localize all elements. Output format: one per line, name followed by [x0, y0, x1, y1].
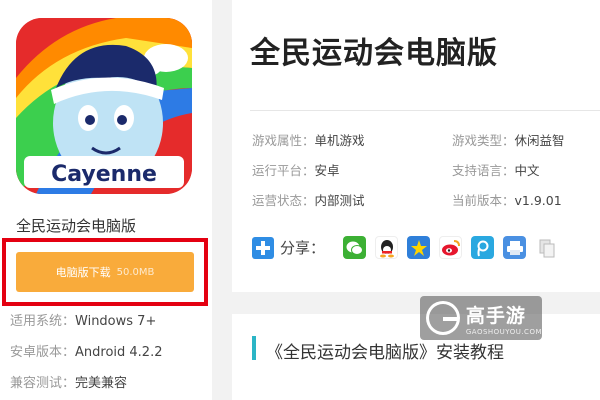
info-key: 游戏类型： — [452, 133, 515, 148]
info-value: 中文 — [514, 163, 540, 178]
info-value: v1.9.01 — [514, 193, 562, 208]
copy-icon[interactable] — [535, 236, 559, 259]
info-language: 支持语言：中文 — [452, 160, 540, 179]
app-icon-artwork: Cayenne — [16, 18, 192, 194]
info-key: 支持语言： — [452, 163, 515, 178]
info-value: 单机游戏 — [314, 133, 365, 148]
info-key: 运营状态： — [252, 193, 315, 208]
info-attribute: 游戏属性：单机游戏 — [252, 130, 365, 149]
divider — [250, 110, 600, 111]
download-size: 50.0MB — [116, 266, 155, 278]
info-value: 内部测试 — [314, 193, 365, 208]
watermark-logo: 高手游 GAOSHOUYOU.COM — [420, 296, 542, 340]
pc-download-button[interactable]: 电脑版下载 50.0MB — [16, 252, 194, 292]
download-highlight-frame: 电脑版下载 50.0MB — [2, 238, 208, 306]
info-value: 休闲益智 — [514, 133, 565, 148]
qq-icon[interactable] — [375, 236, 399, 259]
info-value: 安卓 — [314, 163, 340, 178]
share-label: 分享： — [280, 239, 326, 257]
watermark-g-icon — [426, 301, 460, 335]
watermark-subtitle: GAOSHOUYOU.COM — [465, 327, 542, 336]
info-version: 当前版本：v1.9.01 — [452, 190, 562, 209]
game-info-card: 全民运动会电脑版 游戏属性：单机游戏 游戏类型：休闲益智 运行平台：安卓 支持语… — [232, 0, 600, 292]
share-plus-icon[interactable] — [252, 236, 274, 259]
meta-row-compat: 兼容测试：完美兼容 — [10, 372, 127, 391]
app-icon-logo-text: Cayenne — [51, 162, 157, 187]
qzone-icon[interactable] — [407, 236, 431, 259]
meta-key: 兼容测试： — [10, 376, 76, 391]
download-button-label: 电脑版下载 — [55, 266, 111, 279]
info-status: 运营状态：内部测试 — [252, 190, 365, 209]
info-type: 游戏类型：休闲益智 — [452, 130, 565, 149]
app-name: 全民运动会电脑版 — [16, 217, 137, 235]
page-title: 全民运动会电脑版 — [250, 36, 498, 71]
meta-row-android: 安卓版本：Android 4.2.2 — [10, 341, 163, 360]
meta-row-os: 适用系统：Windows 7+ — [10, 310, 156, 329]
info-key: 运行平台： — [252, 163, 315, 178]
app-icon[interactable]: Cayenne — [16, 18, 192, 194]
meta-key: 安卓版本： — [10, 345, 76, 360]
meta-value: Android 4.2.2 — [75, 345, 163, 360]
meta-value: Windows 7+ — [75, 314, 157, 329]
app-sidebar-card: Cayenne 全民运动会电脑版 电脑版下载 50.0MB 适用系统：Windo… — [0, 0, 212, 400]
print-icon[interactable] — [503, 236, 527, 259]
install-guide-section: 《全民运动会电脑版》安装教程 — [232, 314, 600, 400]
section-accent-bar — [252, 336, 256, 360]
watermark-title: 高手游 — [465, 304, 526, 327]
section-title: 《全民运动会电脑版》安装教程 — [266, 343, 504, 363]
info-platform: 运行平台：安卓 — [252, 160, 340, 179]
meta-value: 完美兼容 — [75, 376, 128, 391]
meta-key: 适用系统： — [10, 314, 76, 329]
weibo-icon[interactable] — [439, 236, 463, 259]
tencent-weibo-icon[interactable] — [471, 236, 495, 259]
wechat-icon[interactable] — [343, 236, 367, 259]
info-key: 游戏属性： — [252, 133, 315, 148]
info-key: 当前版本： — [452, 193, 515, 208]
share-bar: 分享： — [252, 236, 561, 259]
